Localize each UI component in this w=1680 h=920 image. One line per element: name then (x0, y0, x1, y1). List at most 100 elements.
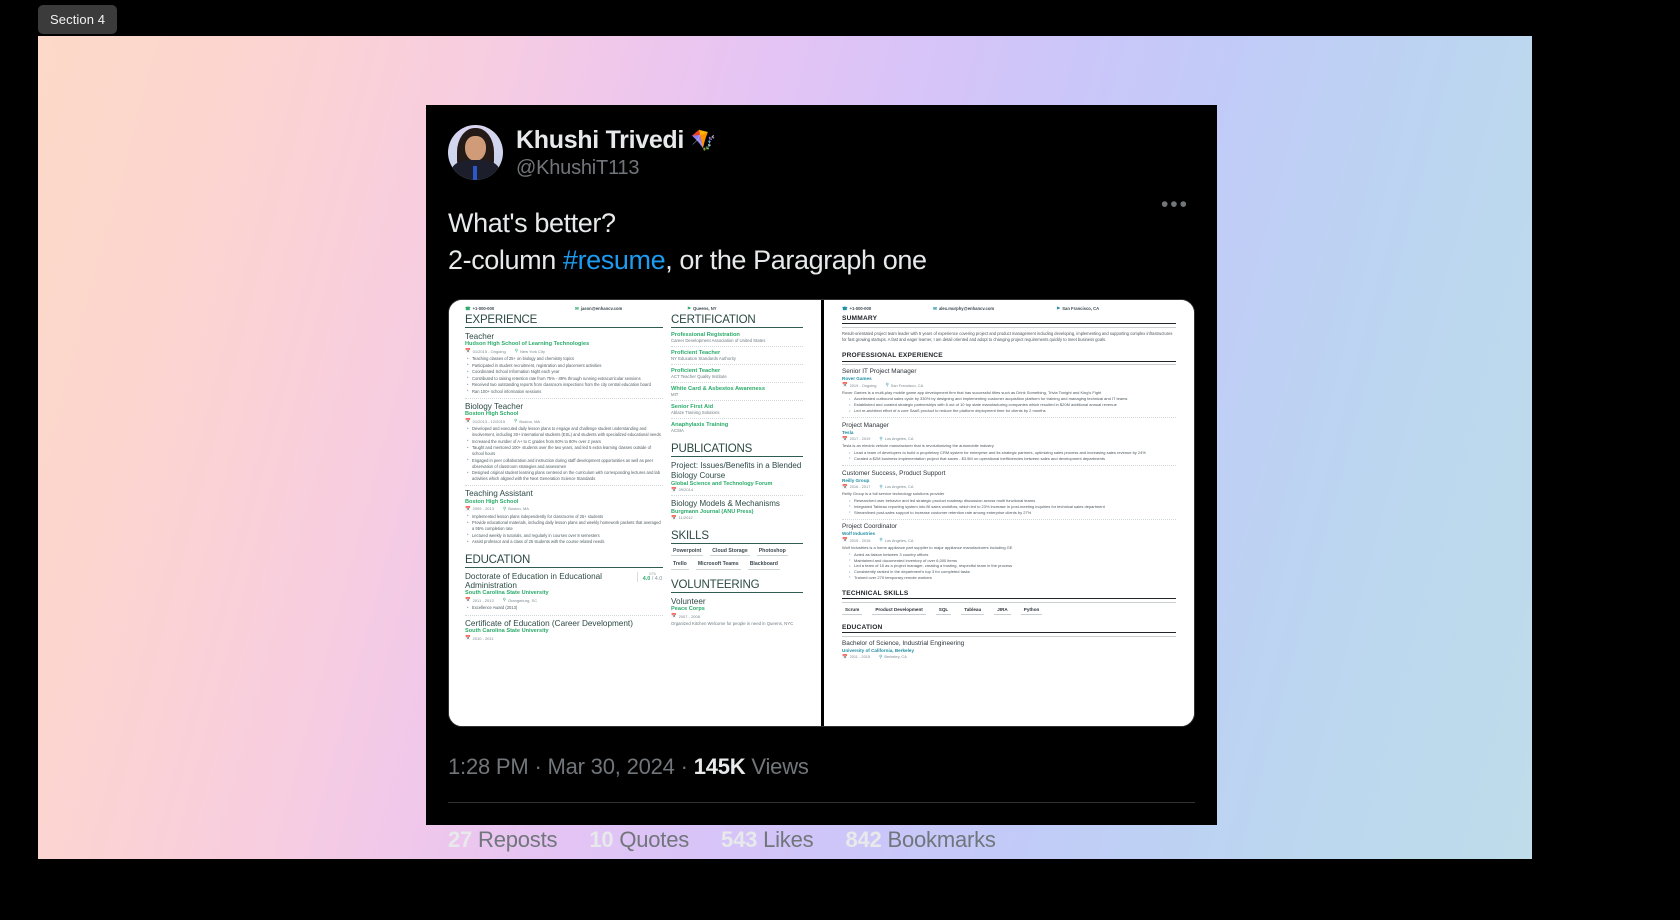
job-org: Rover Games (842, 376, 872, 382)
bullet: Assist professor and a class of 25 stude… (467, 539, 663, 545)
left-certification-heading: CERTIFICATION (671, 314, 803, 328)
section-tag: Section 4 (38, 5, 118, 34)
volunteer-org: Peace Corps (671, 606, 705, 613)
job-bullets: Lead a team of developers to build a pro… (849, 450, 1176, 462)
job-title: Senior IT Project Manager (842, 368, 917, 376)
left-email-text: jason@enhancv.com (580, 306, 623, 312)
job-title: Teacher (465, 331, 495, 341)
gpa-box: GPA 4.0 / 4.0 (637, 571, 663, 582)
job-bullets: Developed and executed daily lesson plan… (467, 426, 663, 482)
phone-icon: ☎ (465, 305, 471, 311)
job-title: Teaching Assistant (465, 489, 533, 499)
bullet: Participated in student recruitment, reg… (467, 362, 663, 369)
more-options-icon[interactable]: ••• (1161, 194, 1189, 215)
job-bullets: Acted as liaison between 3 country offic… (849, 551, 1176, 581)
skill-chip: Blackboard (747, 561, 780, 570)
left-columns: EXPERIENCE Teacher Hudson High School of… (449, 314, 821, 644)
handle[interactable]: @KhushiT113 (516, 157, 716, 180)
divider (671, 346, 803, 348)
bullet: Implemented lesson plans independently f… (467, 513, 663, 520)
job-location: ⚲ Boston, MA (502, 505, 529, 512)
right-contact-bar: ☎ +1-000-000 ✉ alex.murphy@enhancv.com ⚑… (824, 300, 1194, 315)
job-meta: 📅 2015 - 2016 ⚲ Los Angeles, CA (842, 537, 914, 543)
divider (842, 518, 1176, 520)
edu-meta: 📅 2010 - 2011 (465, 635, 494, 641)
right-experience-item: Senior IT Project Manager Rover Games 📅 2… (842, 368, 1176, 414)
job-meta: 📅 2009 - 2013 ⚲ Boston, MA (465, 506, 663, 512)
gradient-canvas: Khushi Trivedi 🪁 @KhushiT113 ••• What's … (38, 36, 1532, 859)
job-meta: 📅 2019 - Ongoing ⚲ San Francisco, CA (842, 382, 924, 388)
right-summary-heading: SUMMARY (842, 315, 1176, 325)
job-title: Project Coordinator (842, 523, 898, 531)
bullet: Led re-architect effort of a core SaaS p… (849, 408, 1176, 414)
left-skill-chips: Powerpoint Cloud Storage Photoshop Trell… (671, 548, 803, 570)
stat-likes[interactable]: 543 Likes (721, 826, 814, 853)
right-education-item: Bachelor of Science, Industrial Engineer… (842, 640, 1176, 660)
edu-bullets: Excellence Award (2013) (467, 605, 637, 611)
edu-meta: 📅 2011 - 2013 ⚲ Orangeburg, SC (465, 597, 538, 603)
job-title: Project Manager (842, 421, 889, 429)
right-experience-heading: PROFESSIONAL EXPERIENCE (842, 352, 1176, 362)
calendar-icon: 📅 (465, 418, 471, 424)
job-title: Biology Teacher (465, 401, 524, 411)
bullet: Lectured weekly in tutorials, and regula… (467, 532, 663, 539)
job-meta: 📅 01/2013 - 12/2015 ⚲ Boston, MA (465, 418, 663, 424)
bullet: Teaching classes of 25+ on biology and c… (467, 356, 663, 362)
skill-chip: JIRA (994, 607, 1011, 615)
job-org: Hudson High School of Learning Technolog… (465, 341, 590, 348)
location-icon: ⚲ (502, 505, 507, 511)
location-icon: ⚲ (885, 382, 889, 388)
pub-meta: 📅 09/2014 (671, 486, 694, 493)
job-description: Reilly Group is a full service technolog… (842, 491, 945, 497)
left-experience-item: Biology Teacher Boston High School 📅 01/2… (465, 402, 663, 482)
calendar-icon: 📅 (842, 382, 848, 388)
right-contact-location: ⚑ San Francisco, CA (1056, 306, 1099, 312)
bookmarks-count: 842 (845, 826, 882, 852)
left-contact-bar: ☎ +1-000-000 ✉ jason@enhancv.com ⚑ Queen… (449, 300, 821, 314)
bullet: Provide educational materials, including… (467, 520, 663, 532)
avatar-lanyard (473, 166, 477, 180)
pub-meta: 📅 11/2012 (671, 514, 693, 521)
divider (842, 326, 1176, 328)
job-description: Wolf Industries is a home appliance part… (842, 544, 1013, 550)
stat-quotes[interactable]: 10 Quotes (589, 827, 689, 853)
likes-count: 543 (721, 826, 758, 852)
skill-chip: Photoshop (756, 548, 788, 557)
right-education-heading: EDUCATION (842, 624, 1176, 634)
hashtag-resume-link[interactable]: #resume (563, 245, 666, 275)
skill-chip: Trello (671, 561, 689, 570)
job-meta: 📅 01/2015 - Ongoing ⚲ New York City (465, 348, 663, 354)
cert-issuer: Career Development Association of United… (671, 337, 766, 343)
pub-title: Biology Models & Mechanisms (671, 498, 780, 508)
cert-issuer: ACT Teacher Quality Institute (671, 373, 727, 379)
job-title: Customer Success, Product Support (842, 469, 946, 477)
left-contact-phone: ☎ +1-000-000 (465, 306, 575, 312)
degree-title: Certificate of Education (Career Develop… (465, 618, 633, 628)
gpa-value-row: 4.0 / 4.0 (642, 576, 663, 582)
tweet-media-image[interactable]: ☎ +1-000-000 ✉ jason@enhancv.com ⚑ Queen… (448, 298, 1195, 727)
left-phone-text: +1-000-000 (472, 306, 495, 312)
right-experience-item: Project Manager Tesla 📅 2017 - 2019 ⚲ Los … (842, 422, 1176, 462)
job-org: Boston High School (465, 411, 519, 418)
avatar[interactable] (448, 125, 503, 180)
calendar-icon: 📅 (465, 597, 471, 603)
job-bullets: Teaching classes of 25+ on biology and c… (467, 356, 663, 395)
tweet-card: Khushi Trivedi 🪁 @KhushiT113 ••• What's … (426, 105, 1217, 852)
stat-reposts[interactable]: 27 Reposts (448, 826, 558, 853)
meta-sep-2: · (674, 753, 694, 779)
stat-bookmarks[interactable]: 842 Bookmarks (845, 827, 995, 853)
calendar-icon: 📅 (465, 348, 471, 354)
views-label: Views (751, 753, 809, 779)
location-icon: ⚲ (879, 537, 883, 543)
tweet-header: Khushi Trivedi 🪁 @KhushiT113 (448, 125, 1195, 180)
display-name-row[interactable]: Khushi Trivedi 🪁 (516, 126, 716, 155)
bullet: Coordinated School Information Night eac… (467, 369, 663, 375)
job-meta: 📅 2017 - 2019 ⚲ Los Angeles, CA (842, 435, 914, 442)
reposts-count: 27 (448, 826, 473, 852)
bullet: Developed and executed daily lesson plan… (467, 426, 663, 438)
right-location-text: San Francisco, CA (1062, 306, 1100, 312)
job-bullets: Researched user behavior and led strateg… (849, 498, 1176, 515)
tweet-text-line2-post: , or the Paragraph one (665, 244, 927, 275)
gpa-value: 4.0 (642, 575, 651, 582)
calendar-icon: 📅 (842, 537, 848, 543)
